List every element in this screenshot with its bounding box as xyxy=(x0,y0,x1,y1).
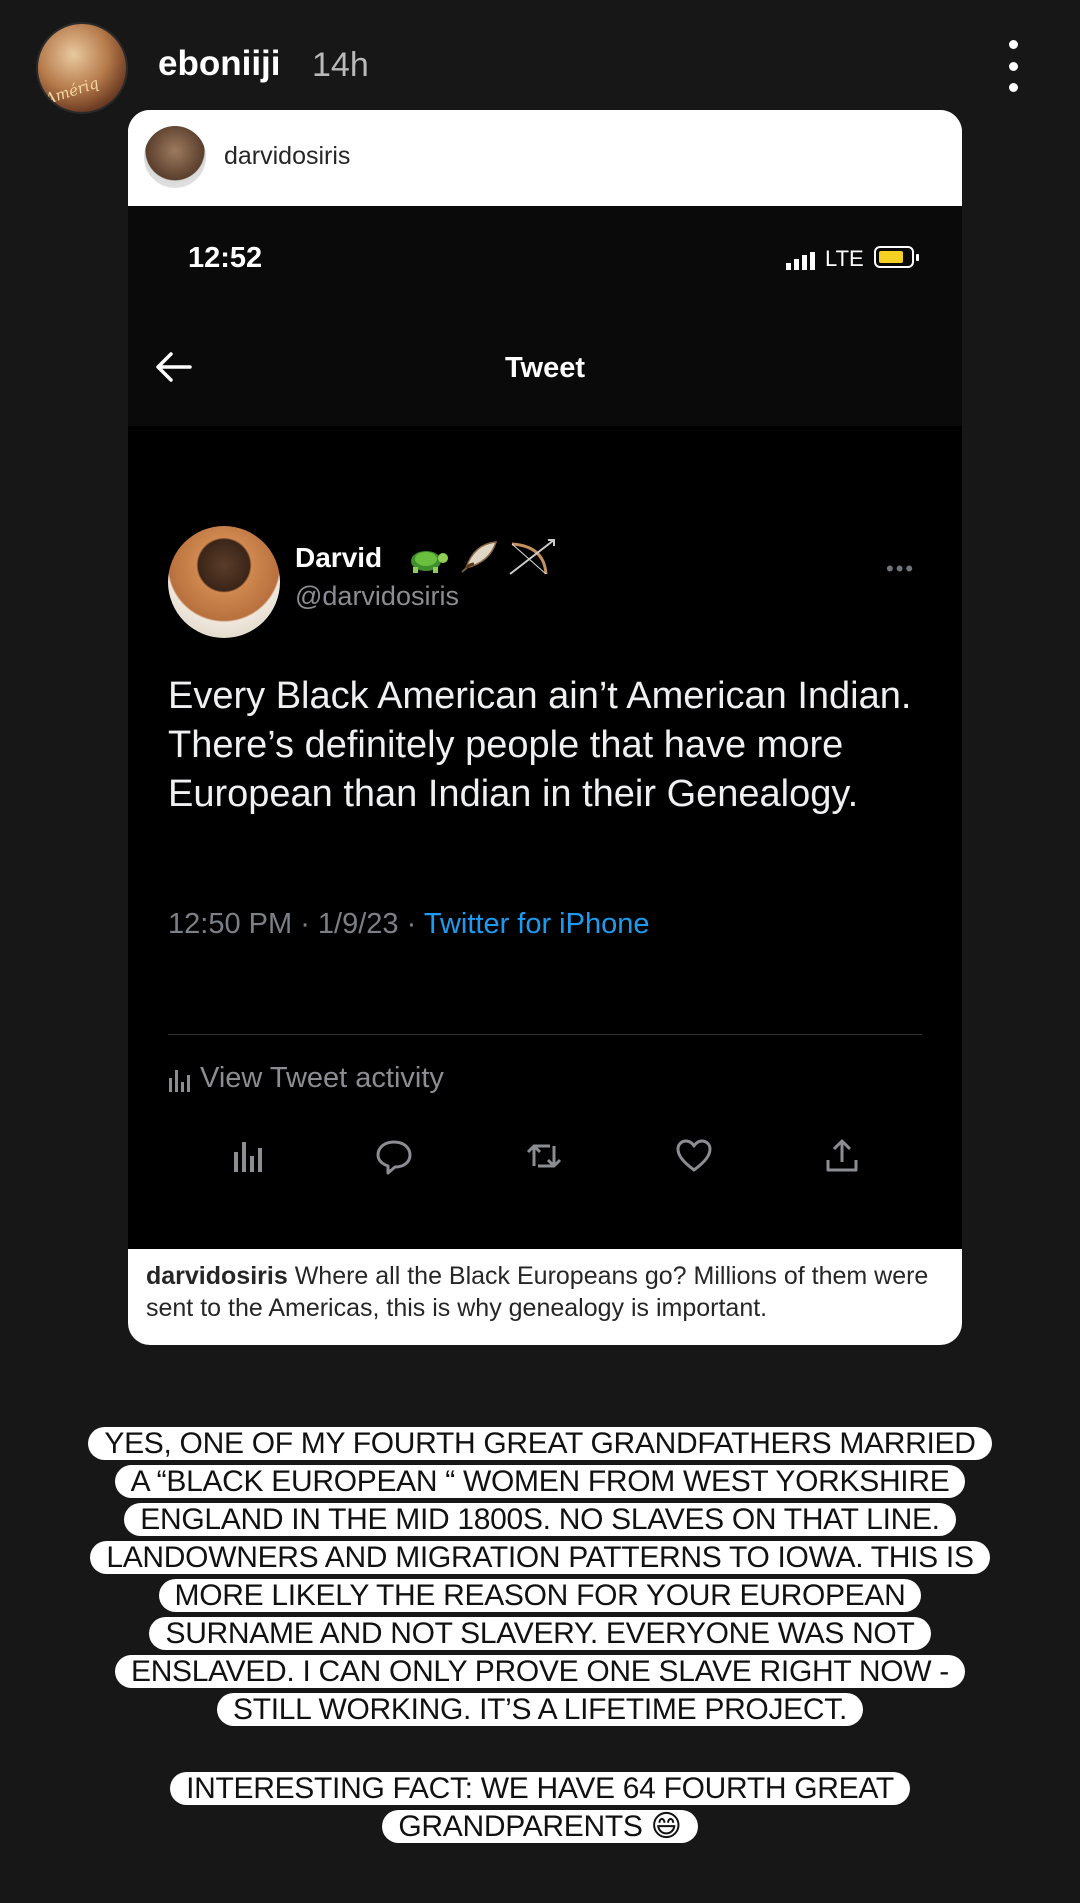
view-tweet-activity-label: View Tweet activity xyxy=(200,1062,444,1094)
network-label: LTE xyxy=(825,246,864,271)
turtle-icon xyxy=(411,551,448,573)
shared-post-card[interactable]: darvidosiris 12:52 LTE Tweet Darvid @dar… xyxy=(128,110,962,1345)
tweet-nav-bar: Tweet xyxy=(128,306,962,426)
signal-icon xyxy=(786,252,815,270)
overlay-line: YES, ONE OF MY FOURTH GREAT GRANDFATHERS… xyxy=(88,1427,992,1460)
nav-title: Tweet xyxy=(504,352,586,384)
phone-status-bar: 12:52 LTE xyxy=(128,206,962,306)
overlay-line: A “BLACK EUROPEAN “ WOMEN FROM WEST YORK… xyxy=(114,1465,966,1498)
bow-and-arrow-icon xyxy=(509,539,555,575)
more-options-button[interactable] xyxy=(996,40,1030,92)
overlay-line: LANDOWNERS AND MIGRATION PATTERNS TO IOW… xyxy=(90,1541,990,1574)
dot-icon xyxy=(1008,83,1018,92)
caption-username[interactable]: darvidosiris xyxy=(146,1262,288,1290)
tweet-time: 12:50 PM xyxy=(168,908,293,940)
tweet-handle: @darvidosiris xyxy=(295,581,459,611)
overlay-line: INTERESTING FACT: WE HAVE 64 FOURTH GREA… xyxy=(170,1772,910,1805)
overlay-line: ENSLAVED. I CAN ONLY PROVE ONE SLAVE RIG… xyxy=(114,1655,965,1688)
tweet-body: Every Black American ain’t American Indi… xyxy=(168,675,912,815)
tweet-meta: 12:50 PM · 1/9/23 · Twitter for iPhone xyxy=(168,908,649,941)
shared-post-avatar[interactable] xyxy=(144,126,206,188)
overlay-line: ENGLAND IN THE MID 1800S. NO SLAVES ON T… xyxy=(124,1503,956,1536)
tweet-author-avatar xyxy=(168,526,280,638)
story-text-overlay[interactable]: YES, ONE OF MY FOURTH GREAT GRANDFATHERS… xyxy=(80,1425,1000,1729)
heart-icon xyxy=(676,1139,712,1172)
overlay-line: GRANDPARENTS 😄 xyxy=(382,1810,698,1843)
dot-icon xyxy=(1008,40,1018,49)
tweet-display-name: Darvid xyxy=(295,542,383,573)
name-emoji-icons xyxy=(411,539,555,575)
story-username[interactable]: eboniiji xyxy=(158,44,281,84)
reply-icon xyxy=(376,1140,412,1175)
meta-separator: · xyxy=(300,908,318,940)
feather-icon xyxy=(461,541,498,573)
overlay-line: STILL WORKING. IT’S A LIFETIME PROJECT. xyxy=(217,1693,863,1726)
avatar-logo-text: Amériq xyxy=(42,73,101,109)
story-fact-overlay[interactable]: INTERESTING FACT: WE HAVE 64 FOURTH GREA… xyxy=(80,1770,1000,1846)
story-timestamp: 14h xyxy=(312,46,369,84)
share-icon xyxy=(826,1139,858,1172)
post-caption: darvidosiris Where all the Black Europea… xyxy=(146,1260,946,1324)
retweet-icon xyxy=(526,1144,562,1168)
shared-post-username[interactable]: darvidosiris xyxy=(224,142,350,171)
tweet-more-icon: ••• xyxy=(886,556,916,581)
tweet-screenshot: 12:52 LTE Tweet Darvid @darvidosiris •••… xyxy=(128,206,962,1249)
shared-post-header[interactable]: darvidosiris xyxy=(128,110,962,206)
story-avatar[interactable]: Amériq xyxy=(36,22,128,114)
overlay-line: MORE LIKELY THE REASON FOR YOUR EUROPEAN xyxy=(158,1579,922,1612)
analytics-icon xyxy=(169,1069,190,1092)
analytics-icon xyxy=(234,1142,262,1172)
tweet-date: 1/9/23 xyxy=(317,908,399,940)
dot-icon xyxy=(1008,61,1018,71)
tweet-source: Twitter for iPhone xyxy=(423,908,650,940)
view-tweet-activity: View Tweet activity xyxy=(168,1062,444,1095)
divider xyxy=(168,1034,922,1035)
status-clock: 12:52 xyxy=(188,242,263,274)
overlay-line: SURNAME AND NOT SLAVERY. EVERYONE WAS NO… xyxy=(149,1617,931,1650)
meta-separator: · xyxy=(406,908,424,940)
battery-icon xyxy=(874,246,919,268)
